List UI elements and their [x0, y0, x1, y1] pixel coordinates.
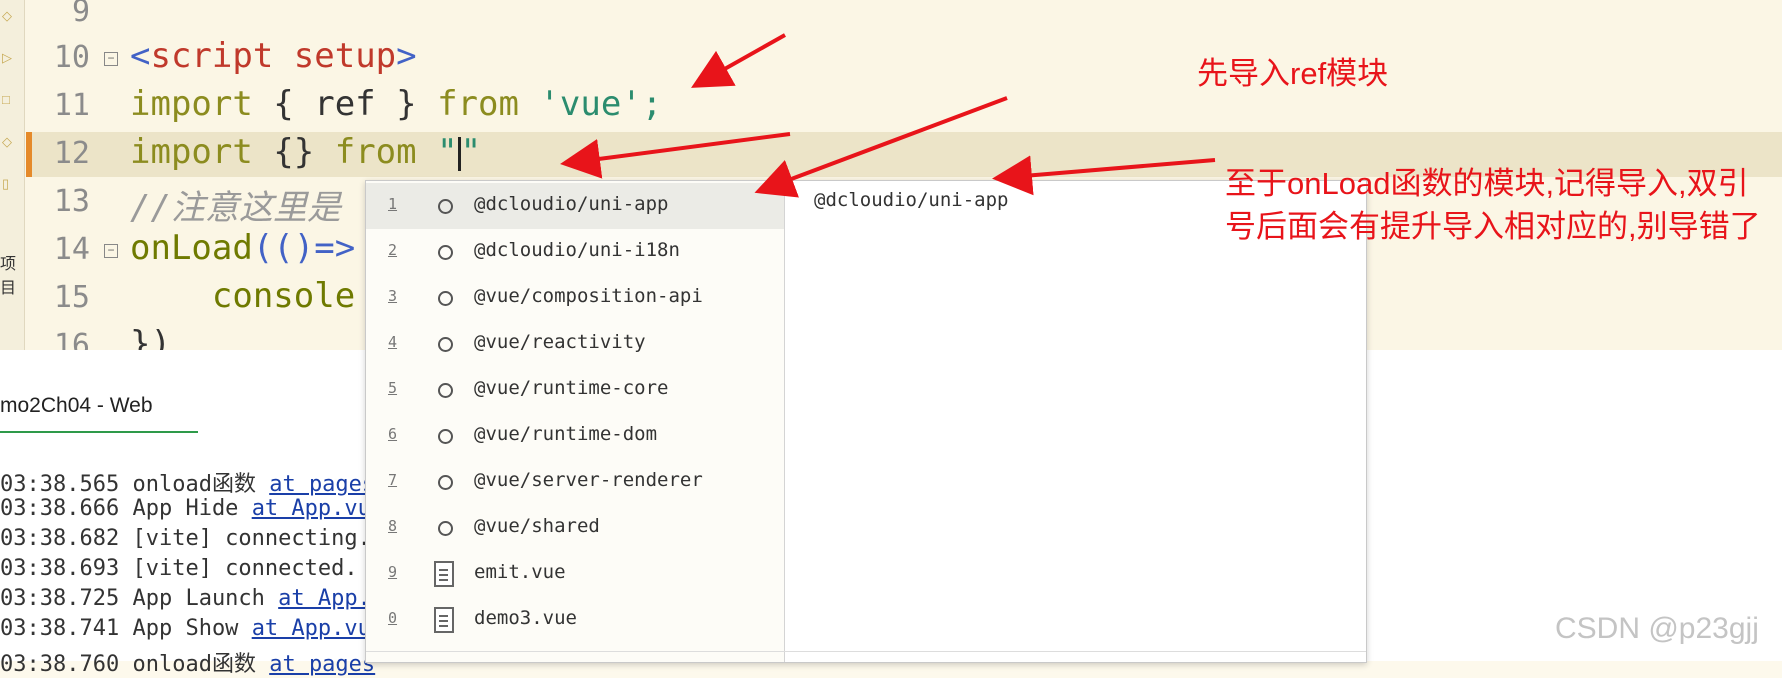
- annotation-arrows: [560, 33, 1216, 198]
- annotation-note-onload-line1: 至于onLoad函数的模块,记得导入,双引: [1225, 166, 1749, 201]
- arrow-to-line-11: [691, 33, 786, 88]
- watermark: CSDN @p23gjj: [1555, 612, 1759, 645]
- arrow-to-popup-list: [754, 96, 1008, 198]
- annotation-note-ref: 先导入ref模块: [1197, 56, 1389, 91]
- arrow-to-line-12: [560, 132, 791, 179]
- annotation-note-onload-line2: 号后面会有提升导入相对应的,别导错了: [1225, 209, 1761, 244]
- arrow-to-popup-detail: [992, 155, 1216, 196]
